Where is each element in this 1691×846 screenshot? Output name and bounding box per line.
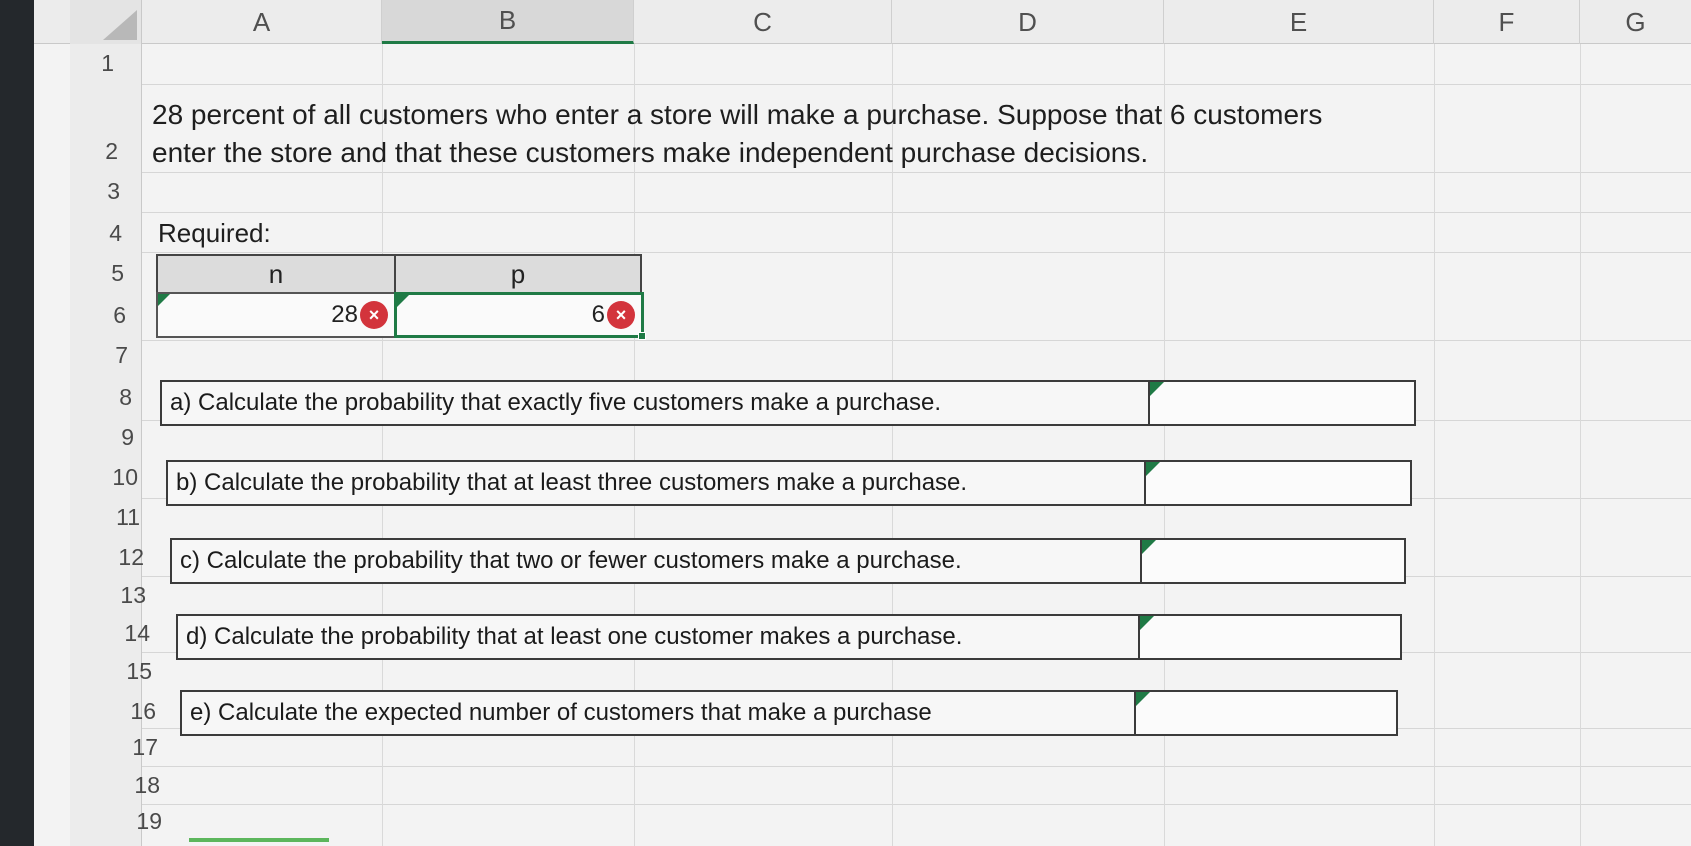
comment-indicator-icon xyxy=(1150,382,1164,396)
p-value: 6 xyxy=(591,301,605,328)
n-value: 28 xyxy=(331,301,358,328)
row-header-16[interactable]: 16 xyxy=(96,698,156,725)
answer-input-d[interactable] xyxy=(1138,614,1402,660)
column-header-g[interactable]: G xyxy=(1580,0,1691,44)
answer-input-e[interactable] xyxy=(1134,690,1398,736)
comment-indicator-icon xyxy=(397,295,409,307)
column-header-a[interactable]: A xyxy=(142,0,382,44)
row-header-13[interactable]: 13 xyxy=(86,582,146,609)
error-x-icon[interactable]: × xyxy=(360,301,388,329)
row-header-1[interactable]: 1 xyxy=(54,50,114,77)
gridline xyxy=(142,172,1691,173)
row-header-12[interactable]: 12 xyxy=(84,544,144,571)
row-header-17[interactable]: 17 xyxy=(98,734,158,761)
select-all-triangle-icon xyxy=(103,10,137,40)
spreadsheet-grid[interactable]: A B C D E F G 1 2 3 4 5 6 7 8 9 10 11 12… xyxy=(34,0,1691,846)
comment-indicator-icon xyxy=(1136,692,1150,706)
row-header-7[interactable]: 7 xyxy=(68,342,128,369)
row-header-15[interactable]: 15 xyxy=(92,658,152,685)
column-header-e[interactable]: E xyxy=(1164,0,1434,44)
question-c[interactable]: c) Calculate the probability that two or… xyxy=(170,538,1142,584)
row-header-19[interactable]: 19 xyxy=(102,808,162,835)
answer-input-a[interactable] xyxy=(1148,380,1416,426)
row-header-10[interactable]: 10 xyxy=(78,464,138,491)
column-header-b[interactable]: B xyxy=(382,0,634,44)
p-value-cell[interactable]: 6 × xyxy=(394,292,646,340)
gridline xyxy=(1580,44,1581,846)
question-a[interactable]: a) Calculate the probability that exactl… xyxy=(160,380,1150,426)
column-header-f[interactable]: F xyxy=(1434,0,1580,44)
sheet-tab-indicator xyxy=(189,838,329,842)
row-header-18[interactable]: 18 xyxy=(100,772,160,799)
gridline xyxy=(142,212,1691,213)
comment-indicator-icon xyxy=(158,294,170,306)
row-header-3[interactable]: 3 xyxy=(60,178,120,205)
gridline xyxy=(142,340,1691,341)
table-header-n[interactable]: n xyxy=(156,254,396,294)
row-header-5[interactable]: 5 xyxy=(64,260,124,287)
question-e[interactable]: e) Calculate the expected number of cust… xyxy=(180,690,1136,736)
column-header-c[interactable]: C xyxy=(634,0,892,44)
gridline xyxy=(142,766,1691,767)
problem-statement[interactable]: 28 percent of all customers who enter a … xyxy=(152,96,1432,172)
gridline xyxy=(142,84,1691,85)
error-x-icon[interactable]: × xyxy=(607,301,635,329)
answer-input-c[interactable] xyxy=(1140,538,1406,584)
row-header-2[interactable]: 2 xyxy=(58,138,118,165)
fill-handle[interactable] xyxy=(638,332,646,340)
gridline xyxy=(1434,44,1435,846)
select-all-corner[interactable] xyxy=(70,0,142,44)
table-header-p[interactable]: p xyxy=(394,254,642,294)
question-b[interactable]: b) Calculate the probability that at lea… xyxy=(166,460,1146,506)
screen-bezel xyxy=(0,0,34,846)
row-header-11[interactable]: 11 xyxy=(80,504,140,531)
problem-line-2: enter the store and that these customers… xyxy=(152,137,1149,168)
row-header-9[interactable]: 9 xyxy=(74,424,134,451)
comment-indicator-icon xyxy=(1146,462,1160,476)
n-value-cell[interactable]: 28 × xyxy=(156,292,396,338)
row-header-6[interactable]: 6 xyxy=(66,302,126,329)
problem-line-1: 28 percent of all customers who enter a … xyxy=(152,99,1323,130)
answer-input-b[interactable] xyxy=(1144,460,1412,506)
required-label: Required: xyxy=(158,218,271,248)
row-header-14[interactable]: 14 xyxy=(90,620,150,647)
column-header-d[interactable]: D xyxy=(892,0,1164,44)
comment-indicator-icon xyxy=(1142,540,1156,554)
gridline xyxy=(142,804,1691,805)
comment-indicator-icon xyxy=(1140,616,1154,630)
row-header-4[interactable]: 4 xyxy=(62,220,122,247)
gridline xyxy=(142,252,1691,253)
row-header-8[interactable]: 8 xyxy=(72,384,132,411)
question-d[interactable]: d) Calculate the probability that at lea… xyxy=(176,614,1140,660)
